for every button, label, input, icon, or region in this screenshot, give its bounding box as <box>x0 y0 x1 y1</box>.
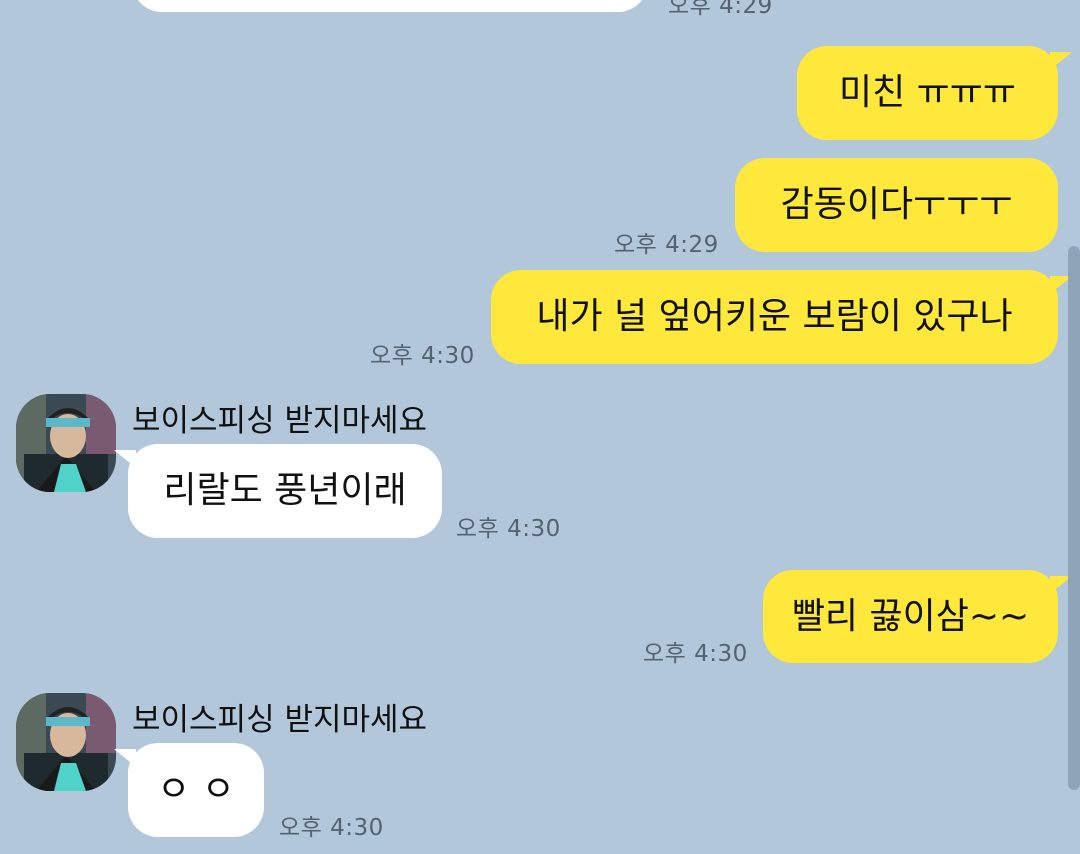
message-timestamp: 오후 4:30 <box>643 641 748 667</box>
their-message-bubble[interactable]: 리랄도 풍년이래 <box>128 444 442 538</box>
message-timestamp: 오후 4:29 <box>614 232 719 258</box>
sender-name: 보이스피싱 받지마세요 <box>132 403 428 439</box>
scrollbar[interactable] <box>1068 246 1080 790</box>
profile-avatar[interactable] <box>16 693 116 791</box>
message-timestamp: 오후 4:30 <box>279 815 384 841</box>
my-message-bubble[interactable]: 내가 널 엎어키운 보람이 있구나 <box>491 270 1058 364</box>
my-message-bubble[interactable]: 미친 ㅠㅠㅠ <box>797 46 1058 140</box>
message-timestamp: 오후 4:30 <box>456 516 561 542</box>
message-text: 미친 ㅠㅠㅠ <box>838 72 1017 113</box>
my-message-bubble[interactable]: 빨리 끓이삼~~ <box>763 570 1058 663</box>
message-timestamp: 오후 4:29 <box>668 0 773 19</box>
bubble-tail <box>1050 52 1072 70</box>
profile-avatar[interactable] <box>16 394 116 492</box>
message-text: 리랄도 풍년이래 <box>163 470 407 511</box>
message-text: ㅇ ㅇ <box>157 769 235 810</box>
sender-name: 보이스피싱 받지마세요 <box>132 702 428 738</box>
message-bubble-partial[interactable] <box>132 0 648 12</box>
profile-photo-icon <box>16 693 116 791</box>
bubble-tail <box>114 749 136 767</box>
message-text: 내가 널 엎어키운 보람이 있구나 <box>536 296 1013 337</box>
message-timestamp: 오후 4:30 <box>370 343 475 369</box>
bubble-tail <box>114 450 136 468</box>
message-text: 감동이다ㅜㅜㅜ <box>780 184 1013 225</box>
their-message-bubble[interactable]: ㅇ ㅇ <box>128 743 264 837</box>
my-message-bubble[interactable]: 감동이다ㅜㅜㅜ <box>735 158 1058 252</box>
chat-area: 오후 4:29 미친 ㅠㅠㅠ 감동이다ㅜㅜㅜ 오후 4:29 내가 널 엎어키운… <box>0 0 1080 854</box>
profile-photo-icon <box>16 394 116 492</box>
message-text: 빨리 끓이삼~~ <box>791 595 1030 637</box>
